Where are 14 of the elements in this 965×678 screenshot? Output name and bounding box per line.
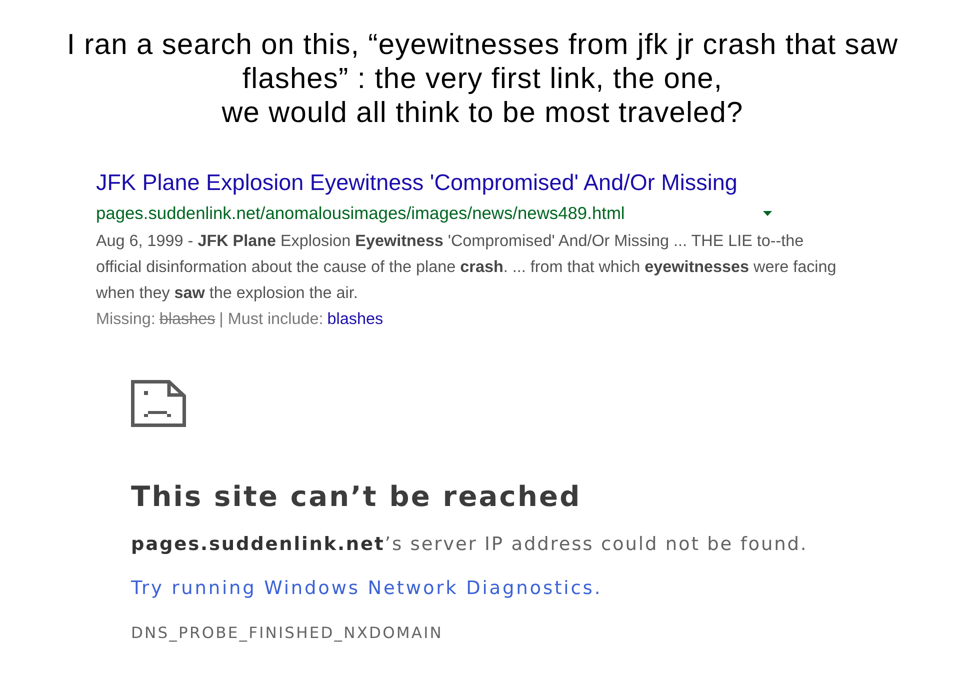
missing-label: Missing: xyxy=(96,309,156,330)
caption-text: I ran a search on this, “eyewitnesses from jfk jr crash that saw flashes” : the very first link, the one, we would all think to be most traveled? xyxy=(66,28,898,130)
result-snippet: Aug 6, 1999 - JFK Plane Explosion Eyewitness 'Compromised' And/Or Missing ... THE LIE to--the official disinformation about the cause of the plane crash. ... from that which eyewitnesses were facing when they saw the explosion the air. xyxy=(96,231,836,304)
error-code: DNS_PROBE_FINISHED_NXDOMAIN xyxy=(131,623,443,643)
result-url: pages.suddenlink.net/anomalousimages/images/news/news489.html xyxy=(96,203,625,223)
error-message: pages.suddenlink.net’s server IP address could not be found. xyxy=(131,533,808,557)
diagnostics-link[interactable]: Try running Windows Network Diagnostics. xyxy=(131,577,602,601)
error-title: This site can’t be reached xyxy=(131,479,582,515)
must-include-link[interactable]: blashes xyxy=(327,306,384,332)
result-title-link[interactable]: JFK Plane Explosion Eyewitness 'Compromised' And/Or Missing xyxy=(96,170,738,196)
missing-term: blashes xyxy=(159,309,216,330)
must-include-label: | Must include: xyxy=(219,309,324,330)
sad-page-icon xyxy=(131,380,186,427)
dropdown-caret-icon[interactable] xyxy=(763,210,772,216)
